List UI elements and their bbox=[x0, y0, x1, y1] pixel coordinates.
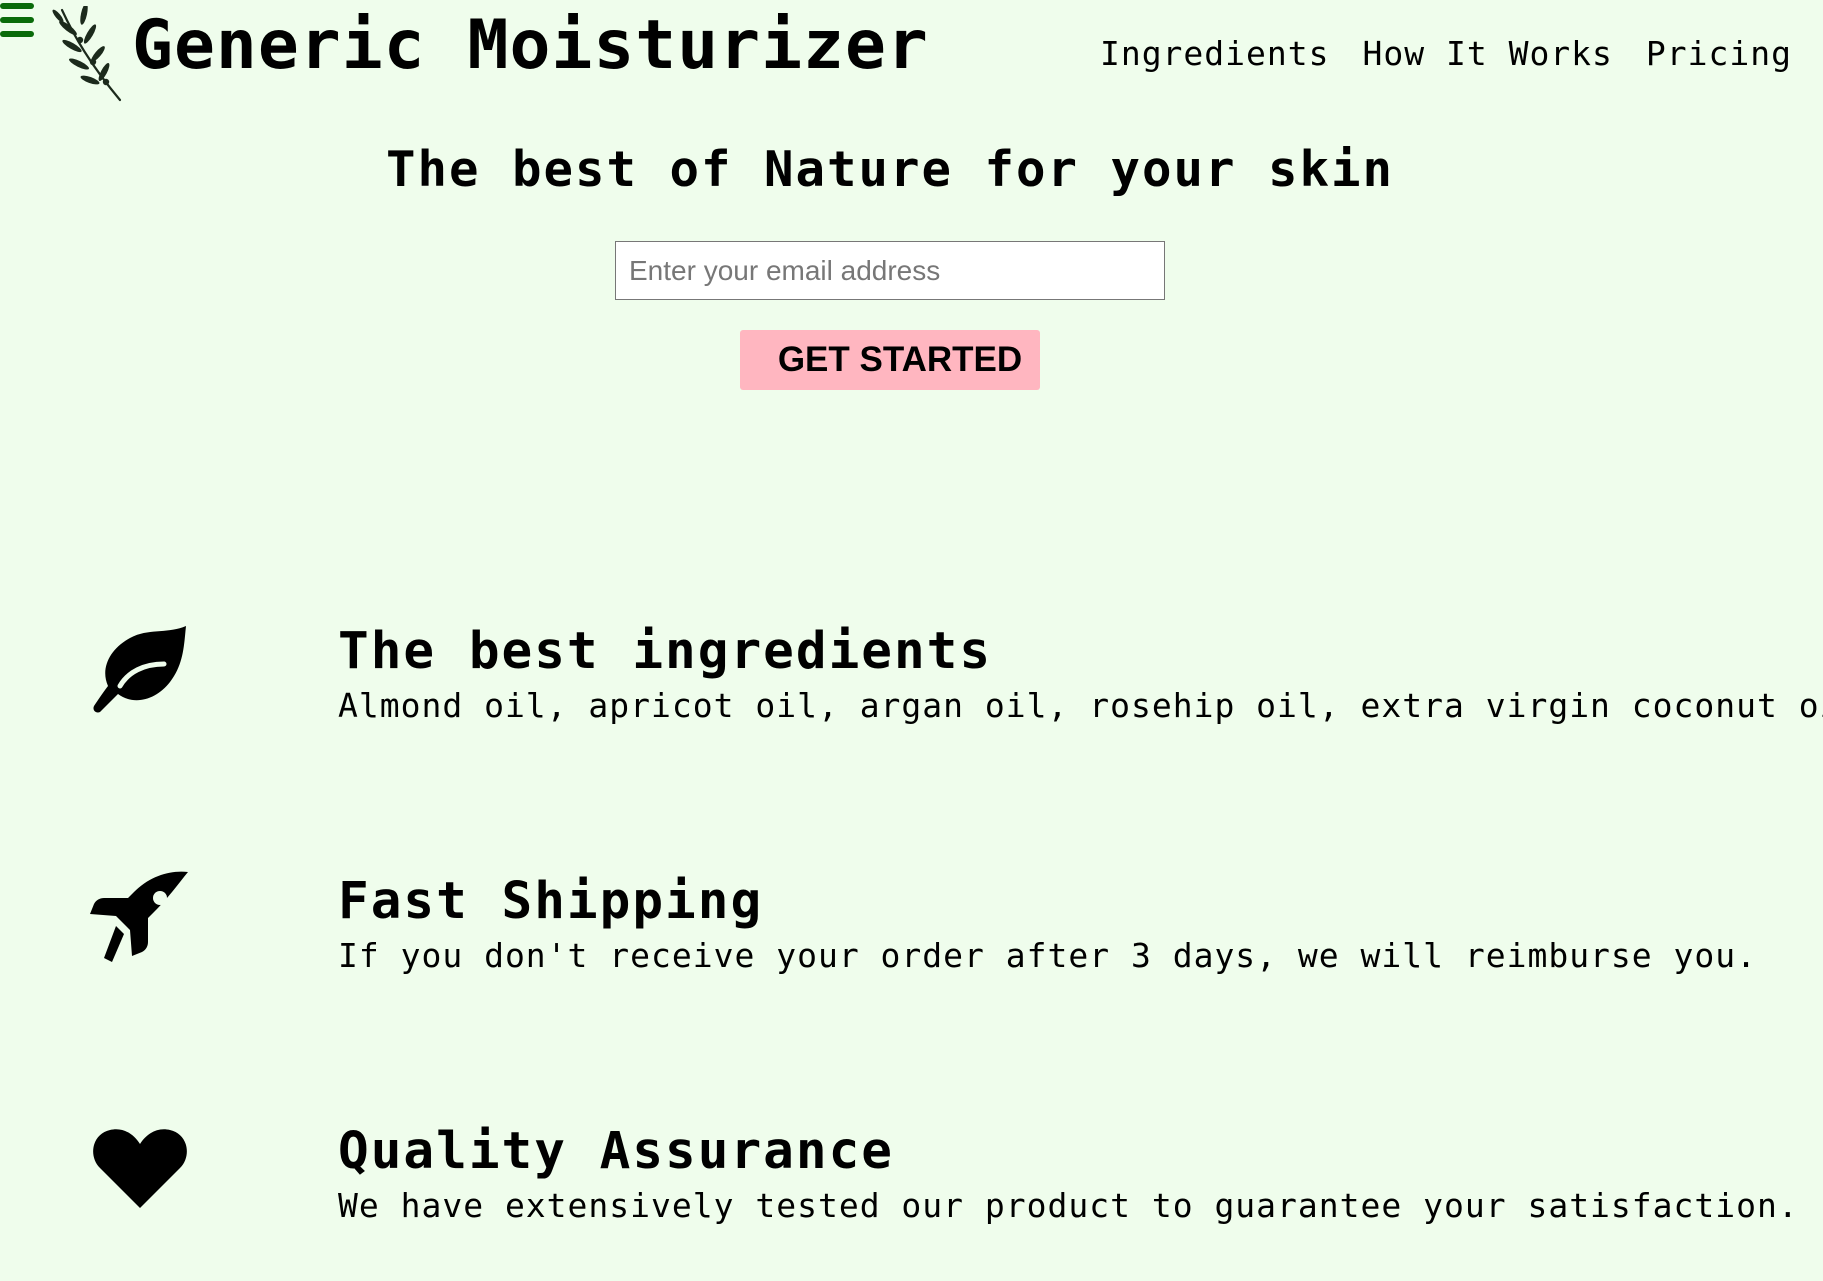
leaf-icon bbox=[93, 626, 186, 713]
olive-branch-logo-icon bbox=[52, 6, 122, 102]
get-started-button[interactable]: GET STARTED bbox=[740, 330, 1040, 390]
rocket-icon bbox=[90, 871, 188, 962]
email-input[interactable] bbox=[615, 241, 1165, 300]
feature-title: Quality Assurance bbox=[338, 1122, 894, 1181]
main-nav: Ingredients How It Works Pricing bbox=[1100, 34, 1792, 74]
feature-shipping: Fast Shipping If you don't receive your … bbox=[0, 870, 1823, 990]
heart-icon bbox=[93, 1129, 187, 1208]
feature-description: Almond oil, apricot oil, argan oil, rose… bbox=[338, 686, 1823, 725]
feature-description: If you don't receive your order after 3 … bbox=[338, 936, 1758, 975]
nav-link-how-it-works[interactable]: How It Works bbox=[1363, 34, 1613, 74]
feature-title: The best ingredients bbox=[338, 622, 993, 681]
nav-link-pricing[interactable]: Pricing bbox=[1646, 34, 1792, 74]
feature-description: We have extensively tested our product t… bbox=[338, 1186, 1799, 1225]
hamburger-menu-icon[interactable] bbox=[0, 3, 34, 45]
nav-link-ingredients[interactable]: Ingredients bbox=[1100, 34, 1330, 74]
brand-title: Generic Moisturizer bbox=[132, 6, 929, 85]
feature-ingredients: The best ingredients Almond oil, apricot… bbox=[0, 620, 1823, 740]
feature-quality: Quality Assurance We have extensively te… bbox=[0, 1120, 1823, 1240]
feature-title: Fast Shipping bbox=[338, 872, 764, 931]
hero-title: The best of Nature for your skin bbox=[385, 141, 1394, 198]
